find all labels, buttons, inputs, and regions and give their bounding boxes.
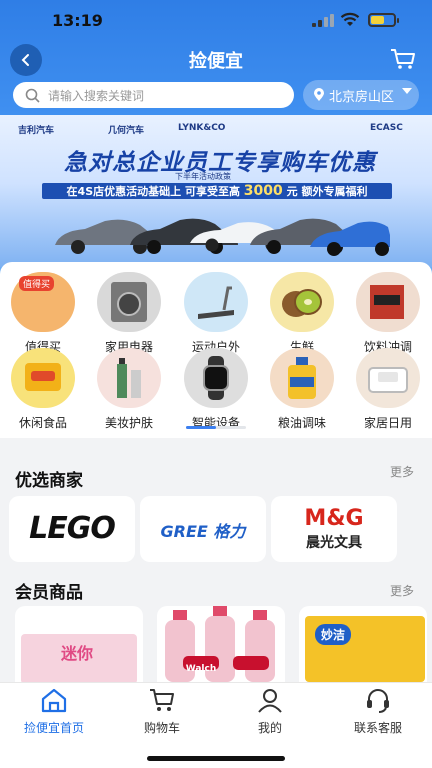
battery-icon [368, 13, 399, 27]
kiwi-icon [282, 289, 322, 317]
lego-logo: LEGO [25, 512, 119, 546]
promo-banner[interactable]: 吉利汽车 几何汽车 LYNK&CO ECASC 急对总企业员工专享购车优惠 下半… [0, 115, 432, 267]
category-item-fresh[interactable]: 生鲜 [262, 272, 342, 355]
merchants-title: 优选商家 [15, 471, 83, 491]
category-item-drinks[interactable]: 饮料冲调 [348, 272, 428, 355]
cart-icon[interactable] [390, 48, 416, 70]
tab-label: 购物车 [143, 721, 180, 735]
category-image [356, 348, 420, 408]
location-label: 北京房山区 [329, 89, 395, 105]
category-image [97, 272, 161, 332]
category-image [270, 272, 334, 332]
search-input[interactable]: 请输入搜索关键词 [13, 82, 294, 108]
home-icon [41, 688, 67, 713]
category-image [11, 348, 75, 408]
product-label: Walch [185, 664, 217, 674]
merchant-card-mg[interactable]: M&G 晨光文具 [271, 496, 397, 562]
member-product-card[interactable]: 迷你 [15, 606, 143, 682]
brand-logo: 吉利汽车 [18, 126, 55, 136]
category-image [184, 348, 248, 408]
category-scroll-indicator [186, 426, 246, 429]
brand-logo: ECASC [370, 123, 403, 133]
search-placeholder: 请输入搜索关键词 [48, 88, 145, 103]
category-item-smart-device[interactable]: 智能设备 [176, 348, 256, 431]
banner-tag: 下半年活动政策 [175, 172, 231, 181]
navigation-bar: 捡便宜 [0, 40, 432, 78]
tab-mine[interactable]: 我的 [216, 687, 324, 736]
members-title: 会员商品 [15, 583, 83, 603]
mg-logo-sub: 晨光文具 [306, 535, 362, 551]
location-selector[interactable]: 北京房山区 [303, 80, 419, 110]
offer-amount: 3000 [243, 183, 283, 199]
cart-icon [150, 689, 174, 711]
cellular-signal-icon [312, 14, 334, 27]
search-icon [25, 88, 40, 103]
member-product-card[interactable]: 妙洁 [299, 606, 427, 682]
washing-machine-icon [111, 282, 147, 322]
offer-prefix: 在4S店优惠活动基础上 可享受至高 [66, 185, 240, 198]
page-title: 捡便宜 [189, 51, 243, 72]
status-bar: 13:19 [0, 0, 432, 40]
treadmill-icon [198, 286, 234, 319]
snack-bag-icon [25, 363, 61, 391]
members-more-link[interactable]: 更多 [390, 582, 414, 599]
product-label: 迷你 [61, 644, 94, 663]
category-item-snacks[interactable]: 休闲食品 [3, 348, 83, 431]
merchants-more-link[interactable]: 更多 [390, 463, 414, 480]
category-item-grain-oil[interactable]: 粮油调味 [262, 348, 342, 431]
category-image [184, 272, 248, 332]
tab-label: 捡便宜首页 [23, 721, 84, 735]
banner-brand-row: 吉利汽车 几何汽车 LYNK&CO ECASC [18, 123, 418, 139]
category-label: 家居日用 [363, 416, 412, 430]
category-item-beauty[interactable]: 美妆护肤 [89, 348, 169, 431]
app-page: 13:19 捡便宜 请输入搜索关键词 北京房山区 吉利汽车 几何汽车 LYNK&… [0, 0, 432, 768]
location-pin-icon [314, 88, 324, 101]
category-label: 粮油调味 [277, 416, 326, 430]
handwash-bottles-image [165, 606, 275, 682]
category-item-sports-outdoor[interactable]: 运动户外 [176, 272, 256, 355]
banner-offer-line: 在4S店优惠活动基础上 可享受至高 3000 元 额外专属福利 [42, 183, 392, 199]
category-label: 美妆护肤 [104, 416, 153, 430]
tab-label: 我的 [257, 721, 282, 735]
brand-logo: 几何汽车 [108, 126, 145, 136]
category-item-home-appliance[interactable]: 家用电器 [89, 272, 169, 355]
bag-pack-image: 妙洁 [305, 616, 425, 682]
drink-box-icon [370, 285, 404, 319]
category-label: 休闲食品 [18, 416, 67, 430]
offer-suffix: 元 额外专属福利 [286, 185, 368, 198]
wifi-icon [340, 12, 360, 26]
category-image: 值得买 [11, 272, 75, 332]
tab-cart[interactable]: 购物车 [108, 687, 216, 736]
brand-logo: LYNK&CO [178, 123, 226, 133]
category-image [270, 348, 334, 408]
skincare-bottle-icon [117, 358, 141, 398]
product-label: 妙洁 [315, 624, 352, 645]
status-time: 13:19 [52, 11, 103, 30]
tissue-pack-image: 迷你 [21, 634, 137, 682]
oil-bottle-icon [288, 357, 316, 399]
tab-label: 联系客服 [353, 721, 402, 735]
merchant-card-lego[interactable]: LEGO [9, 496, 135, 562]
merchant-card-gree[interactable]: GREE 格力 [140, 496, 266, 562]
chevron-down-icon [402, 88, 412, 94]
gree-logo: GREE 格力 [160, 522, 246, 541]
headset-icon [367, 689, 389, 713]
banner-cars-image [55, 218, 390, 256]
tab-home[interactable]: 捡便宜首页 [0, 687, 108, 736]
mg-logo: M&G [304, 506, 364, 531]
user-icon [258, 689, 282, 713]
category-item-value-buy[interactable]: 值得买 值得买 [3, 272, 83, 355]
smartwatch-icon [203, 356, 229, 400]
tab-customer-service[interactable]: 联系客服 [324, 687, 432, 736]
category-grid: 值得买 值得买 家用电器 运动户外 生鲜 饮料冲调 休闲食品 美妆护肤 智能设备… [0, 262, 432, 438]
category-image [356, 272, 420, 332]
category-item-home-living[interactable]: 家居日用 [348, 348, 428, 431]
member-product-card[interactable]: Walch [157, 606, 285, 682]
home-indicator [147, 756, 285, 761]
storage-box-icon [368, 367, 408, 393]
category-badge: 值得买 [19, 276, 55, 291]
category-image [97, 348, 161, 408]
